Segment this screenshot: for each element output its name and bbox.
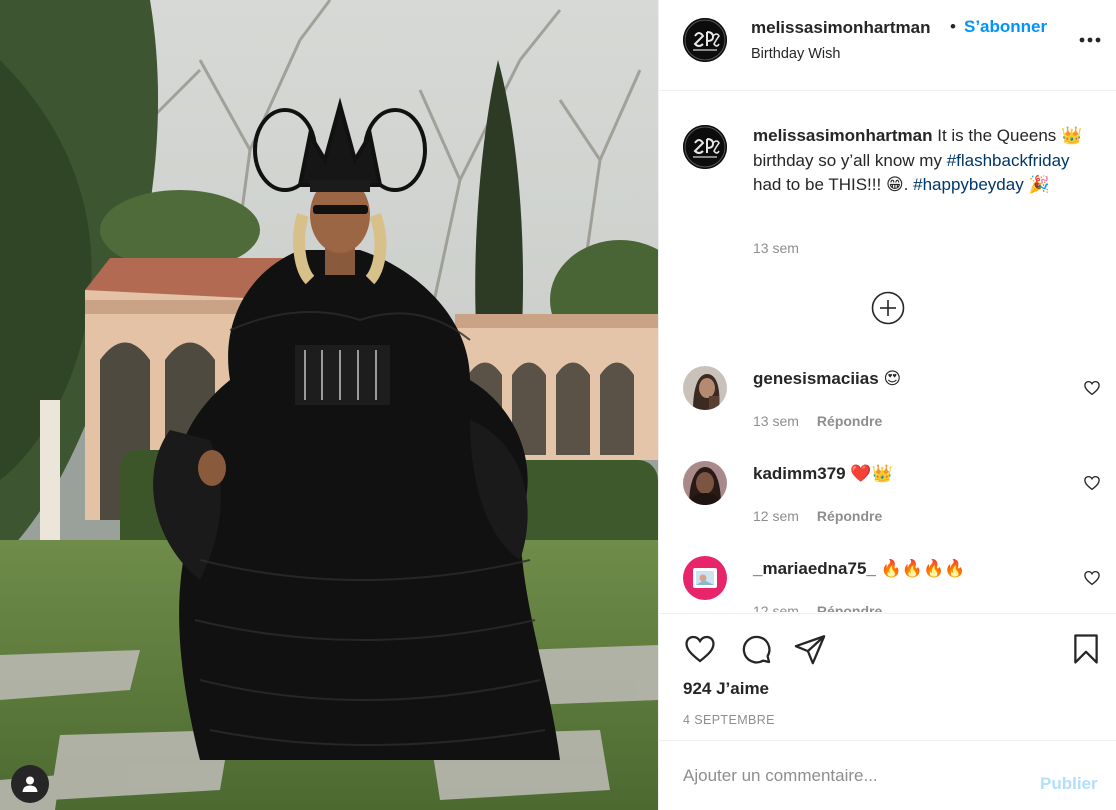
comment-button[interactable] <box>739 632 773 666</box>
author-avatar[interactable] <box>683 18 727 62</box>
heart-icon <box>1084 380 1100 396</box>
caption-username[interactable]: melissasimonhartman <box>753 126 933 145</box>
post-header: melissasimonhartman • S’abonner Birthday… <box>659 0 1116 91</box>
party-emoji: 🎉 <box>1028 175 1050 194</box>
post-details-panel: melissasimonhartman • S’abonner Birthday… <box>658 0 1116 810</box>
author-logo-icon <box>683 18 727 62</box>
heart-icon <box>1084 475 1100 491</box>
user-tag-button[interactable] <box>11 765 49 803</box>
user-icon <box>22 776 38 792</box>
post-actions: 924 J’aime 4 SEPTEMBRE <box>659 613 1116 739</box>
comment-meta: 12 sem Répondre <box>753 508 882 524</box>
avatar-photo <box>683 461 727 505</box>
comment-item: genesismaciias 😍 13 sem Répondre <box>683 366 1103 446</box>
more-options-icon <box>1079 37 1101 43</box>
caption-text: melissasimonhartman It is the Queens 👑 b… <box>753 124 1093 198</box>
follow-button[interactable]: S’abonner <box>964 17 1047 37</box>
share-icon <box>794 635 826 665</box>
comment-body: 🔥🔥🔥🔥 <box>880 559 966 578</box>
post-date[interactable]: 4 SEPTEMBRE <box>683 713 775 727</box>
share-button[interactable] <box>793 632 827 666</box>
commenter-avatar[interactable] <box>683 556 727 600</box>
crown-emoji: 👑 <box>1061 126 1083 145</box>
comment-item: kadimm379 ❤️👑 12 sem Répondre <box>683 461 1103 541</box>
hashtag-link[interactable]: #flashbackfriday <box>947 151 1070 170</box>
comments-list[interactable]: melissasimonhartman It is the Queens 👑 b… <box>659 92 1116 612</box>
comment-timestamp[interactable]: 12 sem <box>753 603 799 612</box>
commenter-avatar[interactable] <box>683 366 727 410</box>
comment-input[interactable] <box>683 763 1023 789</box>
more-options-button[interactable] <box>1075 28 1105 52</box>
caption-fragment: . <box>903 175 914 194</box>
caption-fragment: It is the Queens <box>932 126 1062 145</box>
comment-body: ❤️👑 <box>850 464 893 483</box>
save-button[interactable] <box>1069 632 1103 666</box>
commenter-avatar[interactable] <box>683 461 727 505</box>
comment-like-button[interactable] <box>1083 569 1101 587</box>
caption-timestamp[interactable]: 13 sem <box>753 240 799 256</box>
comment-like-button[interactable] <box>1083 474 1101 492</box>
comment-meta: 12 sem Répondre <box>753 603 882 612</box>
reply-button[interactable]: Répondre <box>817 413 882 429</box>
likes-count[interactable]: 924 J’aime <box>683 679 769 699</box>
load-more-comments-button[interactable] <box>871 291 905 325</box>
plus-circle-icon <box>871 291 905 325</box>
comment-timestamp[interactable]: 13 sem <box>753 413 799 429</box>
comment-like-button[interactable] <box>1083 379 1101 397</box>
comment-body: 😍 <box>883 369 902 388</box>
caption-fragment: had to be THIS!!! <box>753 175 886 194</box>
avatar-photo <box>683 366 727 410</box>
reply-button[interactable]: Répondre <box>817 603 882 612</box>
comment-item: _mariaedna75_ 🔥🔥🔥🔥 12 sem Répondre <box>683 556 1103 612</box>
separator-dot: • <box>950 17 956 36</box>
add-comment-bar: Publier <box>659 740 1116 810</box>
comment-username[interactable]: genesismaciias <box>753 369 879 388</box>
reply-button[interactable]: Répondre <box>817 508 882 524</box>
heart-icon <box>1084 570 1100 586</box>
comment-timestamp[interactable]: 12 sem <box>753 508 799 524</box>
heart-icon <box>685 635 715 663</box>
caption-author-avatar[interactable] <box>683 125 727 169</box>
like-button[interactable] <box>683 632 717 666</box>
post-photo[interactable] <box>0 0 658 810</box>
post-location[interactable]: Birthday Wish <box>751 46 840 62</box>
comment-text: _mariaedna75_ 🔥🔥🔥🔥 <box>753 559 965 579</box>
author-username[interactable]: melissasimonhartman <box>751 18 931 38</box>
comment-username[interactable]: _mariaedna75_ <box>753 559 876 578</box>
author-logo-icon <box>683 125 727 169</box>
avatar-photo <box>683 556 727 600</box>
publish-button[interactable]: Publier <box>1040 774 1098 794</box>
comment-icon <box>742 635 771 664</box>
comment-text: genesismaciias 😍 <box>753 369 901 389</box>
grin-emoji: 😁 <box>885 175 904 194</box>
bookmark-icon <box>1074 634 1098 664</box>
caption-fragment: birthday so y’all know my <box>753 150 947 170</box>
comment-username[interactable]: kadimm379 <box>753 464 846 483</box>
post-image <box>0 0 658 810</box>
hashtag-link[interactable]: #happybeyday <box>913 175 1024 194</box>
comment-text: kadimm379 ❤️👑 <box>753 464 893 484</box>
comment-meta: 13 sem Répondre <box>753 413 882 429</box>
